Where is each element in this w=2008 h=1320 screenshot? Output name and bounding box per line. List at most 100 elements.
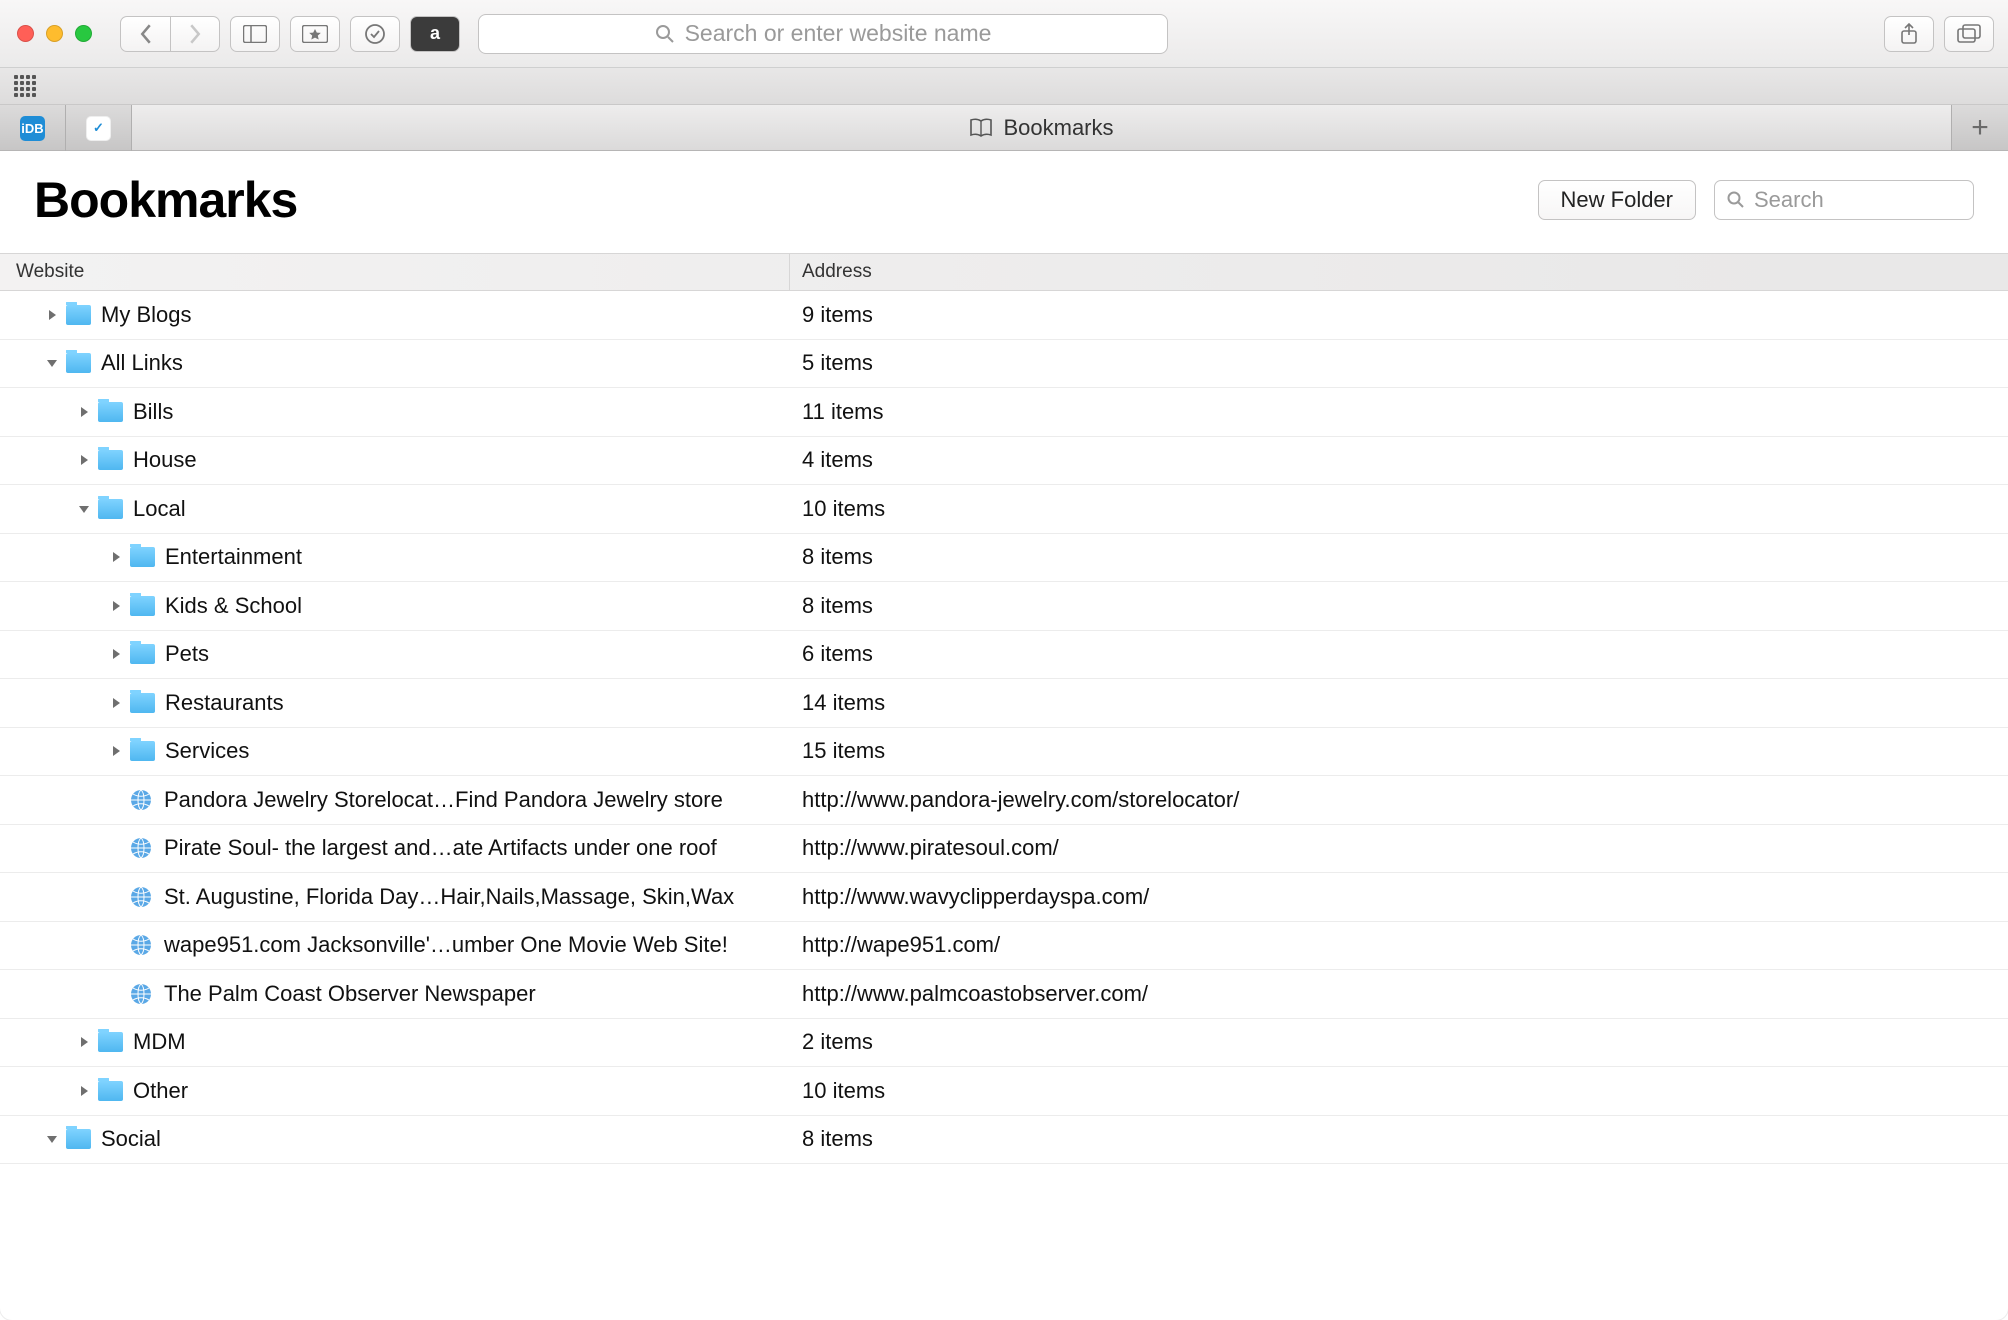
row-name: wape951.com Jacksonville'…umber One Movi… xyxy=(164,932,728,958)
disclosure-right-icon[interactable] xyxy=(76,1083,92,1099)
row-name: All Links xyxy=(101,350,183,376)
disclosure-down-icon[interactable] xyxy=(44,1131,60,1147)
row-address: 10 items xyxy=(790,496,2008,522)
folder-row[interactable]: Entertainment 8 items xyxy=(0,534,2008,583)
bookmark-row[interactable]: Pandora Jewelry Storelocat…Find Pandora … xyxy=(0,776,2008,825)
row-address: 5 items xyxy=(790,350,2008,376)
row-name: Entertainment xyxy=(165,544,302,570)
col-website[interactable]: Website xyxy=(0,254,790,290)
top-sites-button[interactable] xyxy=(290,16,340,52)
folder-row[interactable]: Other 10 items xyxy=(0,1067,2008,1116)
row-address: 6 items xyxy=(790,641,2008,667)
amazon-button[interactable]: a xyxy=(410,16,460,52)
tabs-button[interactable] xyxy=(1944,16,1994,52)
search-icon xyxy=(1727,191,1745,209)
favorites-bar xyxy=(0,68,2008,105)
col-address[interactable]: Address xyxy=(790,254,2008,290)
folder-icon xyxy=(130,644,155,664)
row-name: Restaurants xyxy=(165,690,284,716)
folder-icon xyxy=(66,305,91,325)
row-name: The Palm Coast Observer Newspaper xyxy=(164,981,536,1007)
folder-row[interactable]: Social 8 items xyxy=(0,1116,2008,1165)
disclosure-right-icon[interactable] xyxy=(76,1034,92,1050)
bookmark-row[interactable]: Pirate Soul- the largest and…ate Artifac… xyxy=(0,825,2008,874)
disclosure-right-icon[interactable] xyxy=(108,598,124,614)
tab-title: Bookmarks xyxy=(1003,115,1113,141)
pinned-tab-1[interactable]: iDB xyxy=(0,105,66,151)
row-address: 8 items xyxy=(790,593,2008,619)
row-name: Local xyxy=(133,496,186,522)
row-address: http://wape951.com/ xyxy=(790,932,2008,958)
folder-icon xyxy=(130,547,155,567)
fullscreen-window-button[interactable] xyxy=(75,25,92,42)
url-bar[interactable]: Search or enter website name xyxy=(478,14,1168,54)
folder-icon xyxy=(98,1032,123,1052)
row-name: MDM xyxy=(133,1029,186,1055)
forward-button[interactable] xyxy=(170,16,220,52)
row-address: http://www.wavyclipperdayspa.com/ xyxy=(790,884,2008,910)
bookmark-row[interactable]: The Palm Coast Observer Newspaperhttp://… xyxy=(0,970,2008,1019)
row-name: St. Augustine, Florida Day…Hair,Nails,Ma… xyxy=(164,884,734,910)
row-name: My Blogs xyxy=(101,302,191,328)
globe-icon xyxy=(130,886,152,908)
table-header: Website Address xyxy=(0,253,2008,291)
row-address: 8 items xyxy=(790,1126,2008,1152)
folder-row[interactable]: My Blogs9 items xyxy=(0,291,2008,340)
row-name: Social xyxy=(101,1126,161,1152)
disclosure-right-icon[interactable] xyxy=(108,743,124,759)
folder-row[interactable]: Services15 items xyxy=(0,728,2008,777)
row-address: 2 items xyxy=(790,1029,2008,1055)
page-title: Bookmarks xyxy=(34,171,297,229)
folder-row[interactable]: Pets6 items xyxy=(0,631,2008,680)
toolbar: a Search or enter website name xyxy=(0,0,2008,68)
row-name: Pirate Soul- the largest and…ate Artifac… xyxy=(164,835,717,861)
book-icon xyxy=(969,118,993,138)
close-window-button[interactable] xyxy=(17,25,34,42)
folder-icon xyxy=(130,596,155,616)
row-address: 8 items xyxy=(790,544,2008,570)
row-name: House xyxy=(133,447,197,473)
new-tab-button[interactable]: + xyxy=(1952,105,2008,150)
folder-row[interactable]: Local 10 items xyxy=(0,485,2008,534)
new-folder-button[interactable]: New Folder xyxy=(1538,180,1696,220)
folder-row[interactable]: MDM 2 items xyxy=(0,1019,2008,1068)
pinned-tab-2[interactable]: ✓ xyxy=(66,105,132,151)
disclosure-down-icon[interactable] xyxy=(44,355,60,371)
row-address: 11 items xyxy=(790,399,2008,425)
row-name: Services xyxy=(165,738,249,764)
disclosure-right-icon[interactable] xyxy=(76,404,92,420)
disclosure-right-icon[interactable] xyxy=(108,646,124,662)
row-address: http://www.piratesoul.com/ xyxy=(790,835,2008,861)
disclosure-right-icon[interactable] xyxy=(76,452,92,468)
row-name: Bills xyxy=(133,399,173,425)
active-tab[interactable]: Bookmarks xyxy=(132,105,1952,150)
disclosure-right-icon[interactable] xyxy=(108,549,124,565)
back-button[interactable] xyxy=(120,16,170,52)
bookmark-row[interactable]: wape951.com Jacksonville'…umber One Movi… xyxy=(0,922,2008,971)
disclosure-right-icon[interactable] xyxy=(108,695,124,711)
row-name: Other xyxy=(133,1078,188,1104)
bookmark-list: My Blogs9 items All Links 5 items Bills 11 i… xyxy=(0,291,2008,1164)
folder-icon xyxy=(130,741,155,761)
bookmark-row[interactable]: St. Augustine, Florida Day…Hair,Nails,Ma… xyxy=(0,873,2008,922)
row-address: 4 items xyxy=(790,447,2008,473)
globe-icon xyxy=(130,837,152,859)
bookmark-search[interactable]: Search xyxy=(1714,180,1974,220)
folder-row[interactable]: House 4 items xyxy=(0,437,2008,486)
folder-row[interactable]: Bills 11 items xyxy=(0,388,2008,437)
row-address: 14 items xyxy=(790,690,2008,716)
folder-row[interactable]: All Links 5 items xyxy=(0,340,2008,389)
show-favorites-icon[interactable] xyxy=(14,75,36,97)
row-address: 10 items xyxy=(790,1078,2008,1104)
nav-buttons xyxy=(120,16,220,52)
share-button[interactable] xyxy=(1884,16,1934,52)
disclosure-down-icon[interactable] xyxy=(76,501,92,517)
disclosure-right-icon[interactable] xyxy=(44,307,60,323)
row-name: Pandora Jewelry Storelocat…Find Pandora … xyxy=(164,787,723,813)
sidebar-button[interactable] xyxy=(230,16,280,52)
folder-row[interactable]: Restaurants 14 items xyxy=(0,679,2008,728)
checkmark-circle-button[interactable] xyxy=(350,16,400,52)
folder-row[interactable]: Kids & School8 items xyxy=(0,582,2008,631)
content-header: Bookmarks New Folder Search xyxy=(0,151,2008,253)
minimize-window-button[interactable] xyxy=(46,25,63,42)
